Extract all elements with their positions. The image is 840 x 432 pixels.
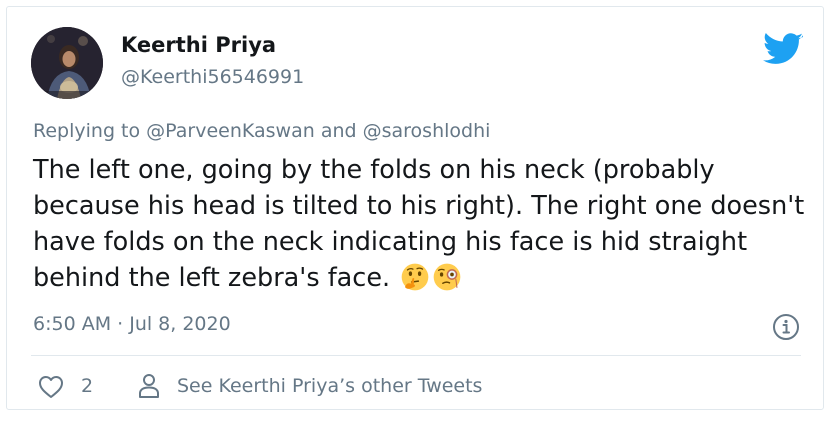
mention-link[interactable]: @saroshlodhi (363, 120, 491, 142)
person-icon[interactable] (138, 373, 160, 399)
reply-context: Replying to @ParveenKaswan and @saroshlo… (33, 120, 490, 142)
tweet-text: The left one, going by the folds on his … (33, 152, 808, 296)
like-count: 2 (81, 375, 94, 397)
face-with-monocle-icon (433, 263, 461, 291)
mention-link[interactable]: @ParveenKaswan (146, 120, 315, 142)
divider (31, 355, 801, 356)
tweet-card: Keerthi Priya @Keerthi56546991 Replying … (6, 6, 824, 410)
info-icon[interactable] (772, 313, 800, 341)
reply-prefix: Replying to (33, 120, 147, 142)
author-handle[interactable]: @Keerthi56546991 (121, 66, 304, 88)
heart-icon[interactable] (38, 375, 64, 399)
thinking-face-icon (401, 263, 429, 291)
see-other-tweets-link[interactable]: See Keerthi Priya’s other Tweets (177, 375, 482, 397)
avatar-photo (31, 27, 103, 99)
twitter-logo-icon[interactable] (763, 31, 803, 65)
avatar[interactable] (31, 27, 103, 99)
author-name[interactable]: Keerthi Priya (121, 33, 276, 57)
reply-conjunction: and (314, 120, 363, 142)
tweet-timestamp[interactable]: 6:50 AM · Jul 8, 2020 (33, 313, 231, 335)
